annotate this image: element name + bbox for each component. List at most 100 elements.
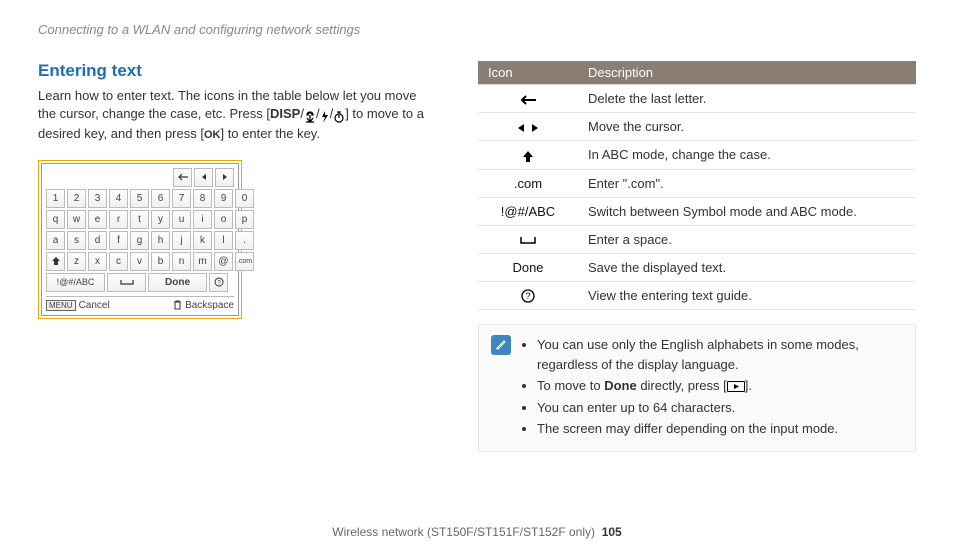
cancel-hint: MENU Cancel — [46, 300, 110, 311]
key-space[interactable] — [107, 273, 146, 292]
key-z[interactable]: z — [67, 252, 86, 271]
footer-text: Wireless network (ST150F/ST151F/ST152F o… — [332, 525, 595, 539]
page-number: 105 — [602, 525, 622, 539]
key-@[interactable]: @ — [214, 252, 233, 271]
key-7[interactable]: 7 — [172, 189, 191, 208]
kbd-row-3: asdfghjkl. — [46, 231, 234, 250]
icon-description-table: Icon Description Delete the last letter.… — [478, 61, 916, 310]
icon-cell — [478, 85, 578, 113]
key-o[interactable]: o — [214, 210, 233, 229]
macro-icon — [304, 107, 316, 125]
ok-label: OK — [204, 128, 221, 143]
kbd-row-2: qwertyuiop — [46, 210, 234, 229]
desc-cell: View the entering text guide. — [578, 281, 916, 310]
backspace-label: Backspace — [185, 300, 234, 311]
key-com[interactable]: .com — [235, 252, 254, 271]
menu-badge: MENU — [46, 300, 76, 311]
key-2[interactable]: 2 — [67, 189, 86, 208]
key-cursor-right[interactable] — [215, 168, 234, 187]
desc-cell: Save the displayed text. — [578, 253, 916, 281]
key-c[interactable]: c — [109, 252, 128, 271]
key-5[interactable]: 5 — [130, 189, 149, 208]
intro-text: Learn how to enter text. The icons in th… — [38, 87, 438, 144]
key-9[interactable]: 9 — [214, 189, 233, 208]
key-j[interactable]: j — [172, 231, 191, 250]
icon-cell: ? — [478, 281, 578, 310]
key-done[interactable]: Done — [148, 273, 207, 292]
note-item: The screen may differ depending on the i… — [537, 419, 903, 439]
key-1[interactable]: 1 — [46, 189, 65, 208]
key-m[interactable]: m — [193, 252, 212, 271]
note-icon — [491, 335, 511, 355]
key-h[interactable]: h — [151, 231, 170, 250]
kbd-row-4: zxcvbnm@.com — [46, 252, 234, 271]
kbd-row-1: 1234567890 — [46, 189, 234, 208]
page-footer: Wireless network (ST150F/ST151F/ST152F o… — [0, 525, 954, 539]
key-v[interactable]: v — [130, 252, 149, 271]
key-p[interactable]: p — [235, 210, 254, 229]
key-8[interactable]: 8 — [193, 189, 212, 208]
desc-cell: Enter a space. — [578, 225, 916, 253]
key-k[interactable]: k — [193, 231, 212, 250]
section-title: Entering text — [38, 61, 438, 81]
key-s[interactable]: s — [67, 231, 86, 250]
table-row: Enter a space. — [478, 225, 916, 253]
key-e[interactable]: e — [88, 210, 107, 229]
icon-cell — [478, 141, 578, 170]
icon-cell: !@#/ABC — [478, 197, 578, 225]
key-shift[interactable] — [46, 252, 65, 271]
key-f[interactable]: f — [109, 231, 128, 250]
icon-cell — [478, 113, 578, 141]
key-b[interactable]: b — [151, 252, 170, 271]
key-x[interactable]: x — [88, 252, 107, 271]
key-i[interactable]: i — [193, 210, 212, 229]
backspace-hint: Backspace — [173, 300, 234, 311]
desc-cell: Enter ".com". — [578, 169, 916, 197]
key-help[interactable]: ? — [209, 273, 228, 292]
desc-cell: Move the cursor. — [578, 113, 916, 141]
key-0[interactable]: 0 — [235, 189, 254, 208]
key-q[interactable]: q — [46, 210, 65, 229]
note-item: To move to Done directly, press []. — [537, 376, 903, 396]
th-desc: Description — [578, 61, 916, 85]
table-row: Move the cursor. — [478, 113, 916, 141]
key-a[interactable]: a — [46, 231, 65, 250]
key-l[interactable]: l — [214, 231, 233, 250]
onscreen-keyboard: 1234567890 qwertyuiop asdfghjkl. zxcvbnm… — [38, 160, 242, 319]
note-box: You can use only the English alphabets i… — [478, 324, 916, 452]
key-t[interactable]: t — [130, 210, 149, 229]
table-row: ?View the entering text guide. — [478, 281, 916, 310]
key-n[interactable]: n — [172, 252, 191, 271]
timer-icon — [333, 107, 345, 125]
table-row: Delete the last letter. — [478, 85, 916, 113]
key-r[interactable]: r — [109, 210, 128, 229]
desc-cell: Switch between Symbol mode and ABC mode. — [578, 197, 916, 225]
note-item: You can use only the English alphabets i… — [537, 335, 903, 374]
intro-after: ] to enter the key. — [220, 126, 319, 141]
breadcrumb: Connecting to a WLAN and configuring net… — [38, 22, 916, 37]
key-y[interactable]: y — [151, 210, 170, 229]
key-cursor-left[interactable] — [194, 168, 213, 187]
key-d[interactable]: d — [88, 231, 107, 250]
disp-label: DISP — [270, 106, 300, 121]
trash-icon — [173, 300, 182, 311]
key-mode-toggle[interactable]: !@#/ABC — [46, 273, 105, 292]
key-u[interactable]: u — [172, 210, 191, 229]
key-backspace-arrow[interactable] — [173, 168, 192, 187]
key-w[interactable]: w — [67, 210, 86, 229]
icon-cell: .com — [478, 169, 578, 197]
key-.[interactable]: . — [235, 231, 254, 250]
cancel-label: Cancel — [79, 300, 110, 311]
table-row: DoneSave the displayed text. — [478, 253, 916, 281]
key-3[interactable]: 3 — [88, 189, 107, 208]
key-4[interactable]: 4 — [109, 189, 128, 208]
th-icon: Icon — [478, 61, 578, 85]
note-item: You can enter up to 64 characters. — [537, 398, 903, 418]
key-6[interactable]: 6 — [151, 189, 170, 208]
table-row: In ABC mode, change the case. — [478, 141, 916, 170]
icon-cell — [478, 225, 578, 253]
flash-icon — [320, 107, 330, 125]
notes-list: You can use only the English alphabets i… — [521, 335, 903, 441]
key-g[interactable]: g — [130, 231, 149, 250]
table-row: .comEnter ".com". — [478, 169, 916, 197]
